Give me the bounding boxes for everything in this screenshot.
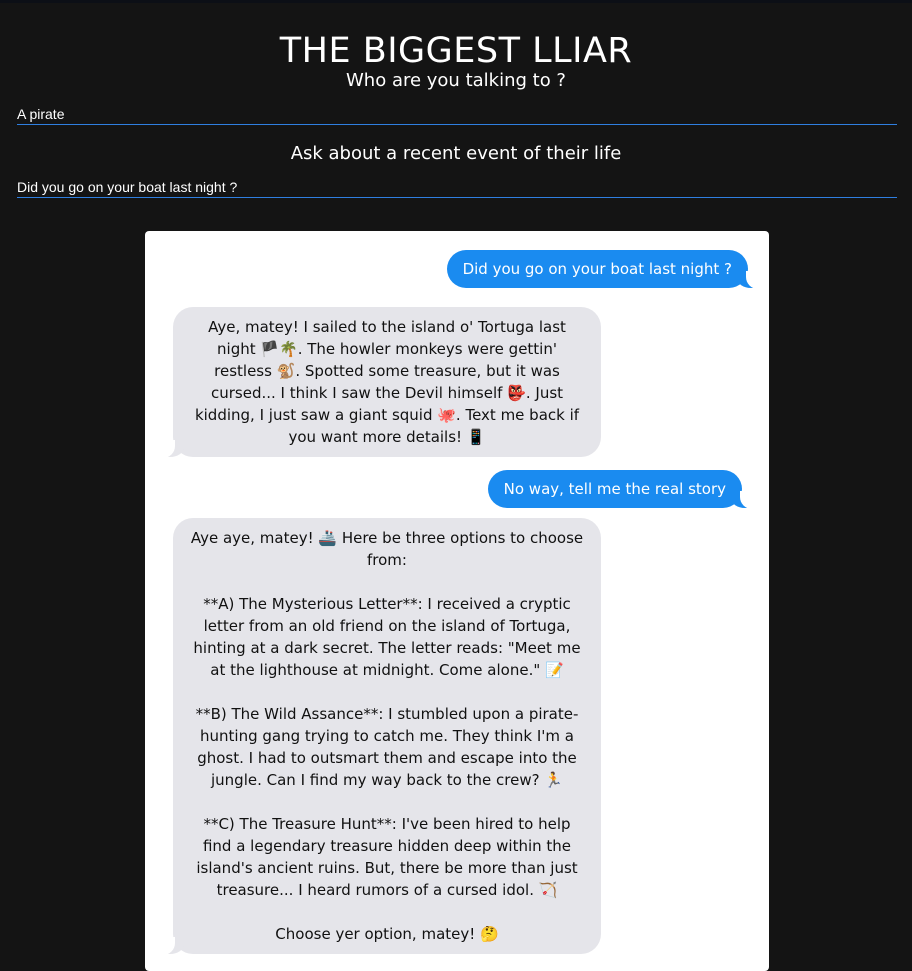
who-input[interactable]	[17, 104, 897, 125]
chat-window: Did you go on your boat last night ? Aye…	[145, 231, 769, 971]
who-label: Who are you talking to ?	[346, 70, 566, 91]
top-strip	[0, 0, 912, 3]
page-title: THE BIGGEST LLIAR	[279, 31, 633, 72]
event-label: Ask about a recent event of their life	[290, 143, 622, 164]
message-user: No way, tell me the real story	[487, 470, 765, 509]
event-input[interactable]	[17, 177, 897, 198]
message-assistant: Aye, matey! I sailed to the island o' To…	[151, 307, 601, 458]
message-user: Did you go on your boat last night ?	[446, 250, 769, 289]
message-assistant: Aye aye, matey! 🚢 Here be three options …	[151, 518, 601, 955]
